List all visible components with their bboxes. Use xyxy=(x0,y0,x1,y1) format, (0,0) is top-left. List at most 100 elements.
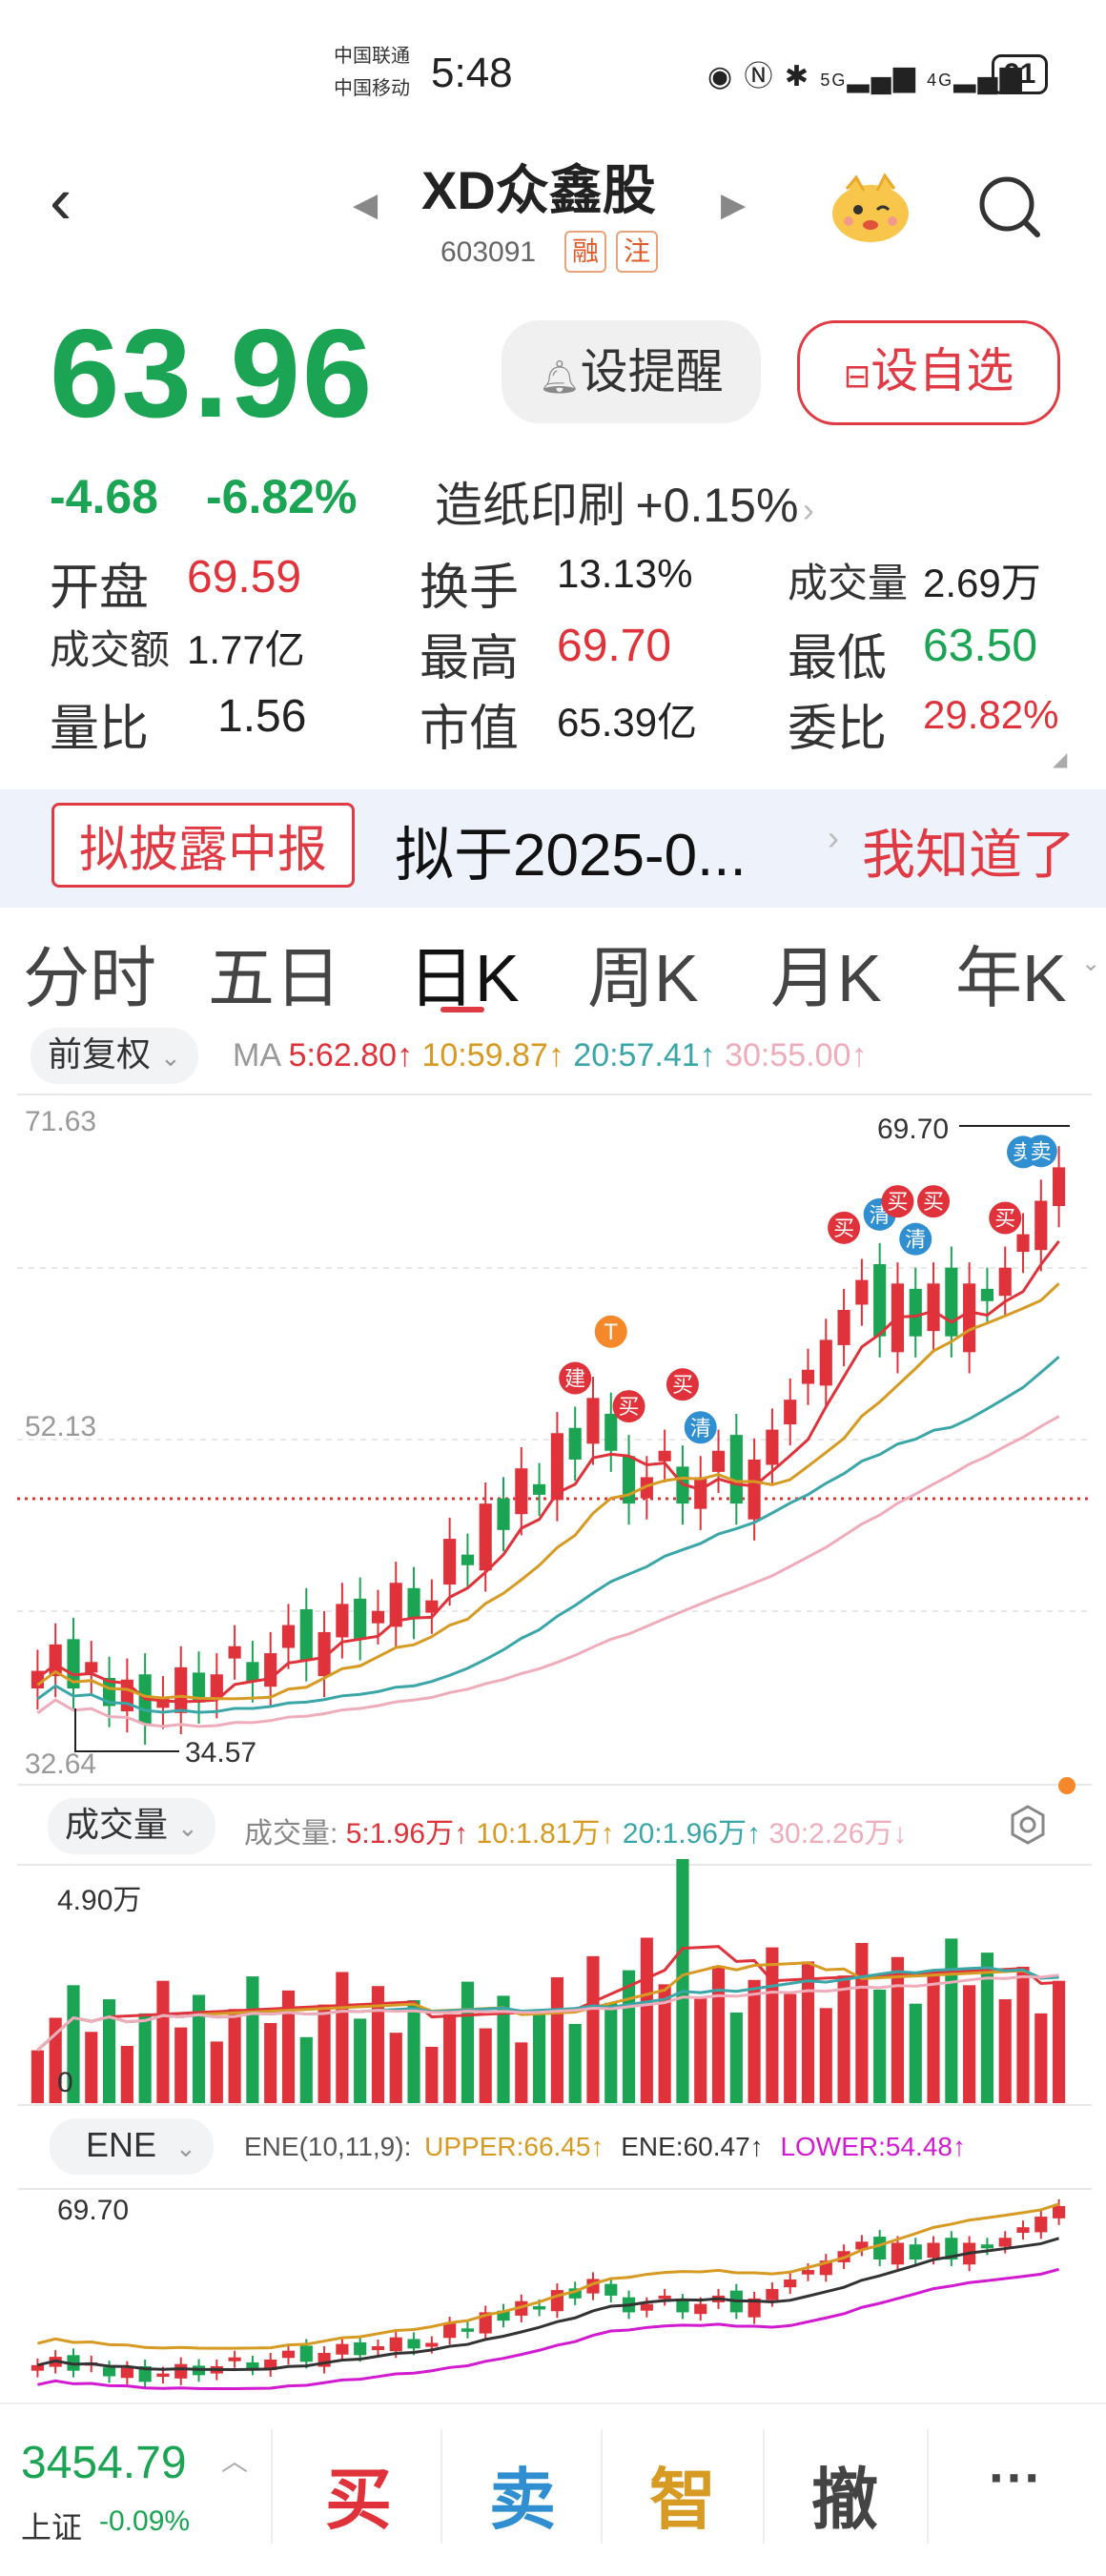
wb-label: 委比 xyxy=(788,702,888,757)
smart-button[interactable]: 智 xyxy=(601,2446,765,2543)
volume-bar xyxy=(264,2023,277,2103)
volume-bar xyxy=(711,1966,726,2103)
tab-yearly-k[interactable]: 年K xyxy=(955,925,1067,1021)
stock-code: 603091 xyxy=(440,236,537,268)
buy-button[interactable]: 买 xyxy=(276,2446,440,2543)
ene-candle-body xyxy=(891,2242,905,2265)
bluetooth-icon: ✱ xyxy=(784,61,811,92)
notice-chevron-icon: › xyxy=(828,818,839,857)
price-change: -4.68 xyxy=(50,470,158,523)
register-badge: 注 xyxy=(616,231,659,273)
low-label: 最低 xyxy=(788,631,888,686)
candle-body xyxy=(766,1429,779,1465)
volume-bar xyxy=(228,2009,241,2103)
candle-body xyxy=(729,1435,743,1504)
ene-candle-body xyxy=(246,2361,259,2369)
set-alert-button[interactable]: 🔔︎设提醒 xyxy=(502,320,761,423)
tab-five-day[interactable]: 五日 xyxy=(208,925,341,1021)
volume-bar xyxy=(980,1952,994,2103)
volume-bar xyxy=(1016,1966,1030,2103)
volume-bar xyxy=(1053,1980,1066,2103)
ene-chart[interactable] xyxy=(0,2183,1106,2402)
more-tabs-icon[interactable]: ⌄ xyxy=(1081,950,1100,977)
ene-dropdown[interactable]: ENE ⌄ xyxy=(50,2118,214,2175)
index-expand-icon[interactable]: ︿ xyxy=(221,2441,248,2479)
volume-bar xyxy=(873,1989,887,2103)
more-button[interactable]: ··· xyxy=(934,2446,1096,2508)
cancel-order-button[interactable]: 撤 xyxy=(763,2446,927,2543)
status-time: 5:48 xyxy=(431,50,513,96)
next-stock-icon[interactable]: ▶ xyxy=(721,186,746,224)
volume-dropdown[interactable]: 成交量 ⌄ xyxy=(48,1798,215,1854)
toolbar-divider xyxy=(271,2429,273,2544)
kline-chart[interactable]: 建T买买清买清买清买买卖卖 xyxy=(0,1087,1106,1792)
set-alert-label: 设提醒 xyxy=(580,345,724,399)
ene-candle-body xyxy=(354,2341,367,2356)
candle-body xyxy=(1016,1234,1030,1253)
ene-candle-body xyxy=(281,2350,296,2359)
volume-bar xyxy=(120,2046,133,2103)
chevron-right-icon: › xyxy=(802,490,814,529)
volume-bar xyxy=(479,2028,492,2103)
ma10-value: 10:59.87↑ xyxy=(421,1037,564,1073)
candle-body xyxy=(299,1608,313,1661)
battery-indicator: 91 xyxy=(992,54,1049,94)
ma5-value: 5:62.80↑ xyxy=(288,1037,414,1073)
dismiss-notice-button[interactable]: 我知道了 xyxy=(862,812,1075,889)
candle-body xyxy=(819,1339,832,1386)
candle-body xyxy=(963,1283,976,1353)
prev-stock-icon[interactable]: ◀ xyxy=(353,186,378,224)
volume-bar xyxy=(210,2041,223,2103)
volume-axis-zero: 0 xyxy=(57,2067,73,2098)
volume-bar xyxy=(174,2027,188,2103)
ene-candle-body xyxy=(1053,2206,1066,2218)
ene-candle-body xyxy=(1034,2217,1048,2233)
candle-body xyxy=(1034,1200,1048,1251)
ene-candle-body xyxy=(658,2295,671,2300)
ene-candle-body xyxy=(102,2367,116,2377)
candle-body xyxy=(873,1263,887,1337)
ene-lower: LOWER:54.48↑ xyxy=(780,2132,966,2161)
price-change-pct: -6.82% xyxy=(206,470,358,523)
tab-monthly-k[interactable]: 月K xyxy=(770,925,882,1021)
candle-body xyxy=(479,1503,492,1571)
volume-bar xyxy=(586,1955,600,2103)
ene-candle-body xyxy=(389,2337,402,2352)
volume-bar xyxy=(622,1970,636,2103)
adjust-dropdown[interactable]: 前复权 ⌄ xyxy=(31,1028,198,1084)
low-marker-line xyxy=(74,1750,179,1752)
candle-body xyxy=(210,1674,223,1698)
volume-bar xyxy=(604,2002,618,2103)
vol10-value: 10:1.81万↑ xyxy=(476,1818,615,1850)
volume-bar xyxy=(837,1975,850,2103)
back-arrow-icon[interactable]: ‹ xyxy=(50,162,72,238)
add-watchlist-button[interactable]: ⊟设自选 xyxy=(797,320,1060,425)
tab-intraday[interactable]: 分时 xyxy=(23,925,156,1021)
ma-line xyxy=(36,1282,1060,1701)
ene-candle-body xyxy=(156,2373,170,2378)
settings-gear-icon[interactable] xyxy=(1007,1804,1049,1846)
search-icon[interactable] xyxy=(976,174,1043,240)
index-pct: -0.09% xyxy=(99,2505,191,2537)
tab-weekly-k[interactable]: 周K xyxy=(587,925,699,1021)
candle-body xyxy=(658,1450,671,1462)
vol20-value: 20:1.96万↑ xyxy=(622,1818,761,1850)
status-icons: ◉ Ⓝ ✱ 5G▂▄▆ 4G▂▄▆ xyxy=(707,52,1024,94)
volume-chart[interactable] xyxy=(0,1859,1106,2107)
volume-prefix: 成交量: xyxy=(244,1818,338,1850)
volume-bar xyxy=(945,1938,958,2103)
signal-label: T xyxy=(604,1321,618,1345)
signal-icon: ▂▄▆ xyxy=(847,61,917,92)
volume-axis-top: 4.90万 xyxy=(57,1885,142,1916)
volume-bar xyxy=(676,1859,689,2103)
industry-link[interactable]: 造纸印刷 +0.15% › xyxy=(435,467,814,536)
notice-text[interactable]: 拟于2025-0... xyxy=(395,807,747,892)
mascot-icon[interactable] xyxy=(828,170,913,246)
sell-button[interactable]: 卖 xyxy=(440,2446,604,2543)
candle-body xyxy=(228,1646,241,1659)
expand-corner-icon[interactable]: ◢ xyxy=(1053,747,1067,771)
index-value[interactable]: 3454.79 xyxy=(21,2437,187,2489)
candle-body xyxy=(801,1369,815,1384)
active-tab-underline xyxy=(440,1007,484,1012)
margin-badge: 融 xyxy=(564,231,607,273)
